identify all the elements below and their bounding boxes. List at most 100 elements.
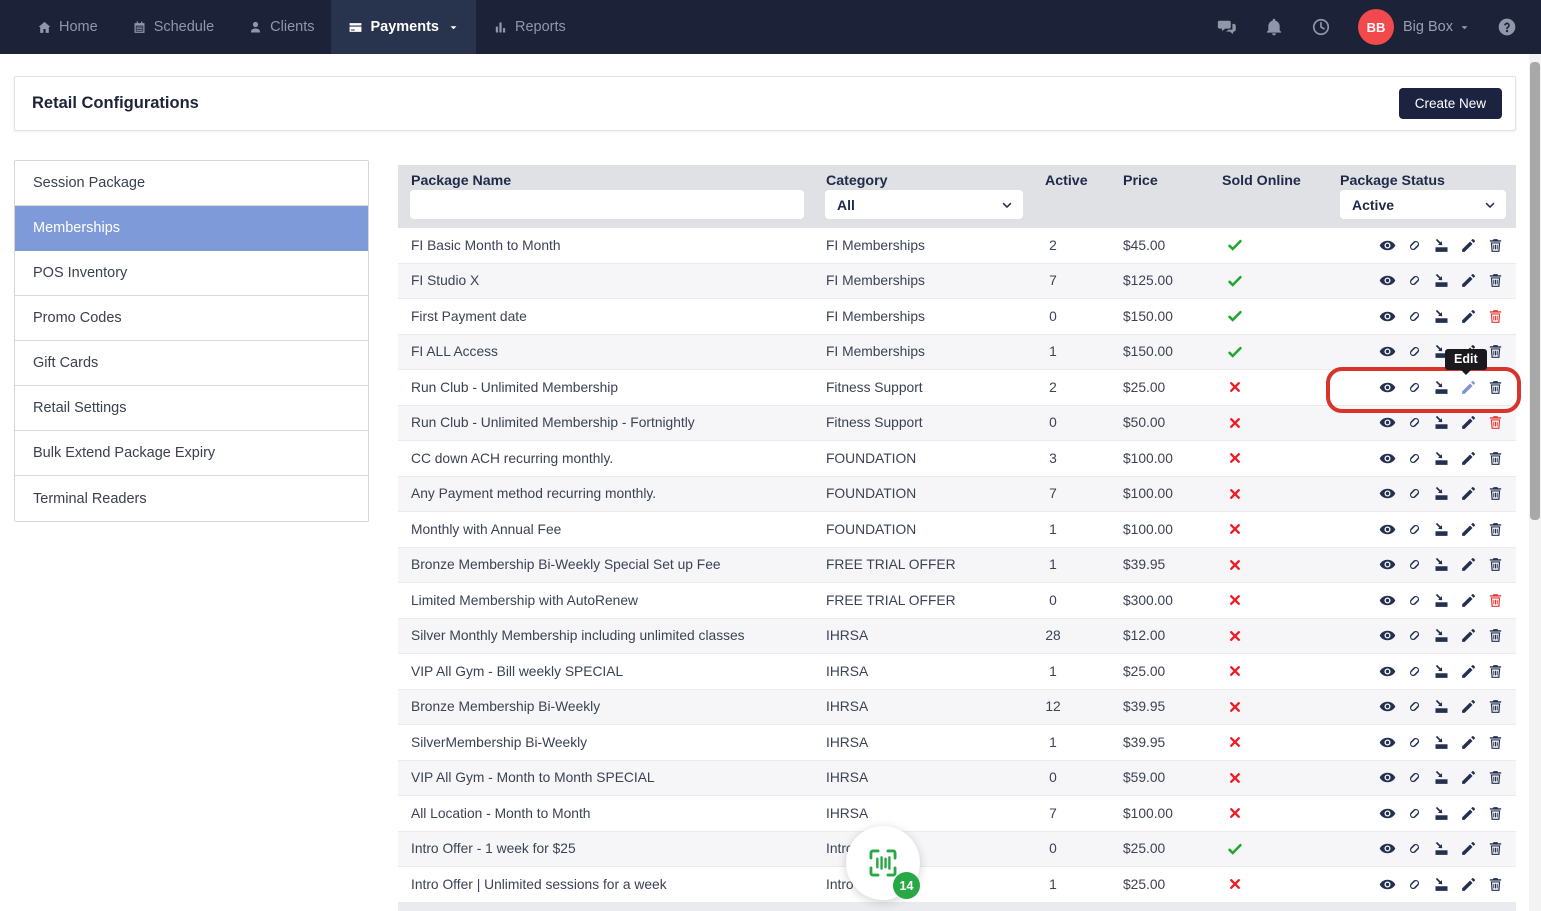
sidebar-item-terminal-readers[interactable]: Terminal Readers: [15, 476, 368, 521]
copy-link-button[interactable]: [1406, 379, 1423, 396]
delete-button[interactable]: [1487, 876, 1504, 893]
view-button[interactable]: [1379, 521, 1396, 538]
delete-button[interactable]: [1487, 663, 1504, 680]
copy-link-button[interactable]: [1406, 876, 1423, 893]
edit-button[interactable]: [1460, 769, 1477, 786]
view-button[interactable]: [1379, 556, 1396, 573]
edit-button[interactable]: [1460, 414, 1477, 431]
copy-link-button[interactable]: [1406, 769, 1423, 786]
copy-link-button[interactable]: [1406, 734, 1423, 751]
edit-button[interactable]: [1460, 556, 1477, 573]
edit-button[interactable]: [1460, 876, 1477, 893]
create-new-button[interactable]: Create New: [1399, 88, 1502, 119]
chat-icon[interactable]: [1217, 17, 1237, 37]
sidebar-item-memberships[interactable]: Memberships: [15, 206, 368, 251]
sell-button[interactable]: [1433, 237, 1450, 254]
nav-item-schedule[interactable]: Schedule: [115, 0, 231, 54]
copy-link-button[interactable]: [1406, 485, 1423, 502]
barcode-scan-button[interactable]: 14: [846, 826, 920, 900]
view-button[interactable]: [1379, 379, 1396, 396]
delete-button[interactable]: [1487, 592, 1504, 609]
sidebar-item-gift-cards[interactable]: Gift Cards: [15, 341, 368, 386]
nav-item-reports[interactable]: Reports: [476, 0, 583, 54]
delete-button[interactable]: [1487, 272, 1504, 289]
edit-button[interactable]: [1460, 308, 1477, 325]
account-menu[interactable]: Big Box: [1403, 19, 1470, 35]
view-button[interactable]: [1379, 698, 1396, 715]
sell-button[interactable]: [1433, 805, 1450, 822]
view-button[interactable]: [1379, 343, 1396, 360]
edit-button[interactable]: [1460, 698, 1477, 715]
edit-button[interactable]: [1460, 450, 1477, 467]
sidebar-item-promo-codes[interactable]: Promo Codes: [15, 296, 368, 341]
edit-button[interactable]: [1460, 663, 1477, 680]
copy-link-button[interactable]: [1406, 308, 1423, 325]
view-button[interactable]: [1379, 592, 1396, 609]
sell-button[interactable]: [1433, 592, 1450, 609]
bell-icon[interactable]: [1264, 17, 1284, 37]
sell-button[interactable]: [1433, 485, 1450, 502]
copy-link-button[interactable]: [1406, 663, 1423, 680]
edit-button[interactable]: [1460, 840, 1477, 857]
view-button[interactable]: [1379, 627, 1396, 644]
view-button[interactable]: [1379, 663, 1396, 680]
copy-link-button[interactable]: [1406, 450, 1423, 467]
nav-item-home[interactable]: Home: [20, 0, 115, 54]
sell-button[interactable]: [1433, 450, 1450, 467]
help-icon[interactable]: [1497, 17, 1517, 37]
view-button[interactable]: [1379, 272, 1396, 289]
copy-link-button[interactable]: [1406, 272, 1423, 289]
sell-button[interactable]: [1433, 734, 1450, 751]
category-select[interactable]: All: [825, 190, 1023, 219]
avatar[interactable]: BB: [1358, 9, 1394, 45]
copy-link-button[interactable]: [1406, 237, 1423, 254]
scrollbar-thumb[interactable]: [1530, 62, 1540, 520]
copy-link-button[interactable]: [1406, 521, 1423, 538]
view-button[interactable]: [1379, 769, 1396, 786]
copy-link-button[interactable]: [1406, 840, 1423, 857]
sidebar-item-pos-inventory[interactable]: POS Inventory: [15, 251, 368, 296]
view-button[interactable]: [1379, 734, 1396, 751]
view-button[interactable]: [1379, 450, 1396, 467]
copy-link-button[interactable]: [1406, 698, 1423, 715]
edit-button[interactable]: [1460, 272, 1477, 289]
copy-link-button[interactable]: [1406, 556, 1423, 573]
sell-button[interactable]: [1433, 663, 1450, 680]
edit-button[interactable]: [1460, 485, 1477, 502]
delete-button[interactable]: [1487, 556, 1504, 573]
view-button[interactable]: [1379, 840, 1396, 857]
sidebar-item-retail-settings[interactable]: Retail Settings: [15, 386, 368, 431]
sell-button[interactable]: [1433, 769, 1450, 786]
edit-button[interactable]: [1460, 734, 1477, 751]
edit-button[interactable]: [1460, 379, 1477, 396]
delete-button[interactable]: [1487, 734, 1504, 751]
delete-button[interactable]: [1487, 769, 1504, 786]
delete-button[interactable]: [1487, 521, 1504, 538]
copy-link-button[interactable]: [1406, 805, 1423, 822]
sell-button[interactable]: [1433, 521, 1450, 538]
package-name-search-input[interactable]: [410, 190, 804, 219]
edit-button[interactable]: [1460, 805, 1477, 822]
nav-item-clients[interactable]: Clients: [231, 0, 331, 54]
sell-button[interactable]: [1433, 556, 1450, 573]
sidebar-item-bulk-extend-package-expiry[interactable]: Bulk Extend Package Expiry: [15, 431, 368, 476]
clock-icon[interactable]: [1311, 17, 1331, 37]
copy-link-button[interactable]: [1406, 627, 1423, 644]
sell-button[interactable]: [1433, 627, 1450, 644]
sell-button[interactable]: [1433, 308, 1450, 325]
delete-button[interactable]: [1487, 237, 1504, 254]
delete-button[interactable]: [1487, 698, 1504, 715]
copy-link-button[interactable]: [1406, 343, 1423, 360]
view-button[interactable]: [1379, 485, 1396, 502]
delete-button[interactable]: [1487, 627, 1504, 644]
delete-button[interactable]: [1487, 343, 1504, 360]
edit-button[interactable]: [1460, 237, 1477, 254]
delete-button[interactable]: [1487, 840, 1504, 857]
copy-link-button[interactable]: [1406, 592, 1423, 609]
delete-button[interactable]: [1487, 414, 1504, 431]
copy-link-button[interactable]: [1406, 414, 1423, 431]
edit-button[interactable]: [1460, 627, 1477, 644]
delete-button[interactable]: [1487, 379, 1504, 396]
delete-button[interactable]: [1487, 308, 1504, 325]
sell-button[interactable]: [1433, 379, 1450, 396]
